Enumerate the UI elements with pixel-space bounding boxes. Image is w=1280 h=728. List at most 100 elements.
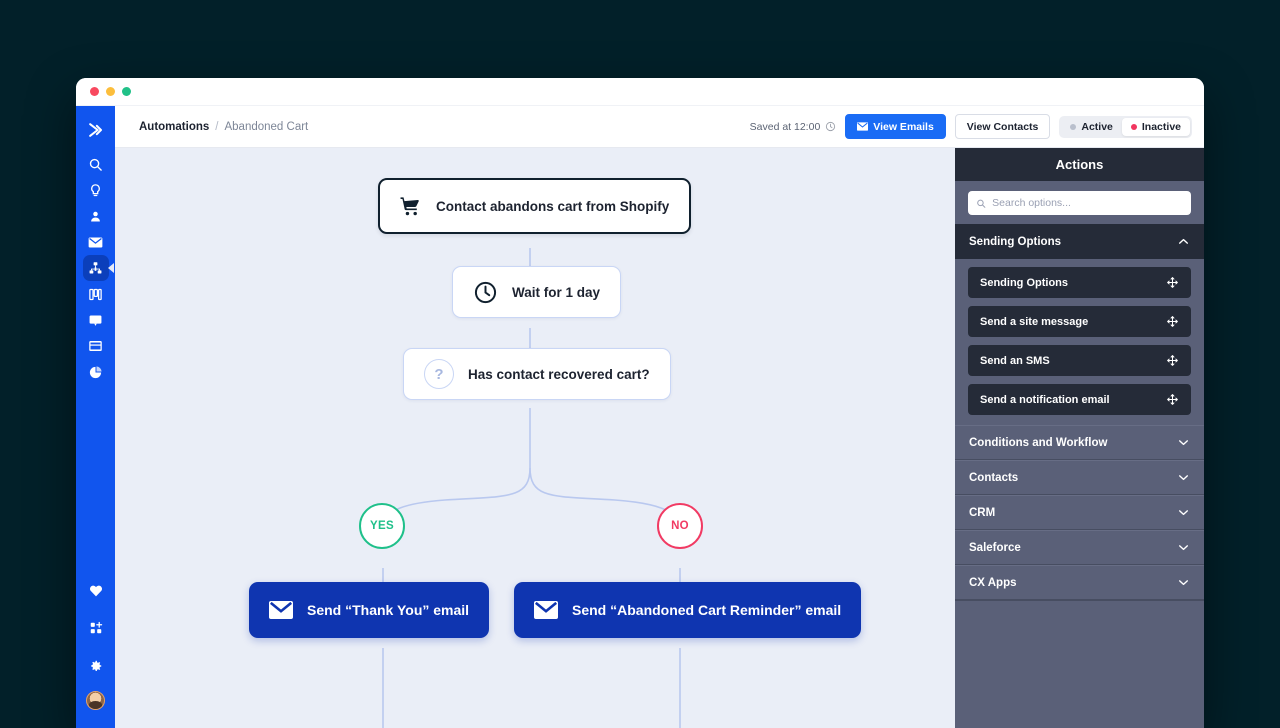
actions-group-contacts[interactable]: Contacts: [955, 460, 1204, 495]
flow-branch-no[interactable]: NO: [657, 503, 703, 549]
status-toggle-active[interactable]: Active: [1061, 118, 1122, 136]
status-dot-active: [1070, 124, 1076, 130]
sidebar-bottom-group: [76, 577, 115, 710]
breadcrumb-separator: /: [215, 121, 218, 133]
actions-group-label: Contacts: [969, 472, 1018, 484]
flow-connectors: [115, 148, 955, 728]
flow-node-trigger-label: Contact abandons cart from Shopify: [436, 199, 669, 214]
window-titlebar: [76, 78, 1204, 106]
actions-group-label: Conditions and Workflow: [969, 437, 1107, 449]
status-toggle: Active Inactive: [1059, 116, 1192, 138]
clock-icon: [825, 121, 836, 132]
flow-node-wait-label: Wait for 1 day: [512, 285, 600, 300]
status-toggle-inactive[interactable]: Inactive: [1122, 118, 1190, 136]
flow-node-trigger[interactable]: Contact abandons cart from Shopify: [378, 178, 691, 234]
actions-search-wrap: [955, 181, 1204, 224]
sidebar-item-automations[interactable]: [83, 255, 109, 281]
breadcrumb: Automations / Abandoned Cart: [139, 121, 308, 133]
actions-group-saleforce[interactable]: Saleforce: [955, 530, 1204, 565]
sidebar-item-conversations[interactable]: [83, 307, 109, 333]
close-window-button[interactable]: [90, 87, 99, 96]
chevron-down-icon: [1177, 506, 1190, 519]
envelope-icon: [534, 601, 558, 619]
actions-panel: Actions Sending Options: [955, 148, 1204, 728]
breadcrumb-root[interactable]: Automations: [139, 121, 209, 133]
actions-group-sending-options-label: Sending Options: [969, 236, 1061, 248]
sidebar-item-settings[interactable]: [83, 653, 109, 679]
content-row: Contact abandons cart from Shopify Wait …: [115, 148, 1204, 728]
envelope-icon: [857, 122, 868, 131]
status-inactive-label: Inactive: [1142, 121, 1181, 133]
view-emails-button[interactable]: View Emails: [845, 114, 946, 139]
topbar-actions: Saved at 12:00 View Emails View C: [750, 114, 1192, 139]
actions-group-crm[interactable]: CRM: [955, 495, 1204, 530]
sidebar-item-reports[interactable]: [83, 359, 109, 385]
sidebar-item-campaigns[interactable]: [83, 229, 109, 255]
drag-move-icon: [1166, 354, 1179, 367]
flow-node-email-yes-label: Send “Thank You” email: [307, 602, 469, 618]
actions-group-sending-options-body: Sending Options Send a site message: [955, 259, 1204, 425]
chevron-up-icon: [1177, 235, 1190, 248]
drag-move-icon: [1166, 276, 1179, 289]
view-contacts-button[interactable]: View Contacts: [955, 114, 1051, 139]
actions-group-conditions-and-workflow[interactable]: Conditions and Workflow: [955, 425, 1204, 460]
chevron-down-icon: [1177, 576, 1190, 589]
sidebar-item-contacts[interactable]: [83, 203, 109, 229]
status-dot-inactive: [1131, 124, 1137, 130]
sidebar-item-apps[interactable]: [83, 615, 109, 641]
actions-search-box[interactable]: [968, 191, 1191, 215]
avatar[interactable]: [86, 691, 105, 710]
automation-canvas[interactable]: Contact abandons cart from Shopify Wait …: [115, 148, 955, 728]
shopping-cart-icon: [400, 196, 422, 216]
action-item-send-sms[interactable]: Send an SMS: [968, 345, 1191, 376]
actions-group-label: CRM: [969, 507, 995, 519]
flow-node-email-no[interactable]: Send “Abandoned Cart Reminder” email: [514, 582, 861, 638]
saved-status-text: Saved at 12:00: [750, 121, 821, 133]
chevron-down-icon: [1177, 436, 1190, 449]
maximize-window-button[interactable]: [122, 87, 131, 96]
active-item-indicator: [108, 263, 114, 273]
action-item-label: Sending Options: [980, 277, 1068, 289]
drag-move-icon: [1166, 393, 1179, 406]
flow-branch-no-label: NO: [671, 520, 689, 532]
status-active-label: Active: [1081, 121, 1113, 133]
chevron-down-icon: [1177, 471, 1190, 484]
actions-group-cx-apps[interactable]: CX Apps: [955, 565, 1204, 600]
activecampaign-chevrons-logo-icon[interactable]: [83, 117, 109, 143]
sidebar-item-website[interactable]: [83, 333, 109, 359]
breadcrumb-leaf: Abandoned Cart: [224, 121, 308, 133]
saved-status: Saved at 12:00: [750, 121, 837, 133]
sidebar-item-ideas[interactable]: [83, 177, 109, 203]
sidebar-item-favorites[interactable]: [83, 577, 109, 603]
action-item-send-site-message[interactable]: Send a site message: [968, 306, 1191, 337]
flow-node-email-yes[interactable]: Send “Thank You” email: [249, 582, 489, 638]
actions-group-label: Saleforce: [969, 542, 1021, 554]
flow-node-wait[interactable]: Wait for 1 day: [452, 266, 621, 318]
left-sidebar: [76, 106, 115, 728]
view-emails-label: View Emails: [873, 121, 934, 133]
flow-node-condition[interactable]: ? Has contact recovered cart?: [403, 348, 671, 400]
actions-panel-filler: [955, 600, 1204, 728]
search-options-input[interactable]: [992, 197, 1183, 209]
action-item-sending-options[interactable]: Sending Options: [968, 267, 1191, 298]
action-item-label: Send a notification email: [980, 394, 1110, 406]
actions-group-label: CX Apps: [969, 577, 1017, 589]
action-item-label: Send an SMS: [980, 355, 1050, 367]
actions-group-sending-options[interactable]: Sending Options: [955, 224, 1204, 259]
sidebar-item-search[interactable]: [83, 151, 109, 177]
question-mark-icon: ?: [424, 359, 454, 389]
minimize-window-button[interactable]: [106, 87, 115, 96]
flow-branch-yes[interactable]: YES: [359, 503, 405, 549]
flow-node-email-no-label: Send “Abandoned Cart Reminder” email: [572, 602, 841, 618]
drag-move-icon: [1166, 315, 1179, 328]
action-item-label: Send a site message: [980, 316, 1088, 328]
view-contacts-label: View Contacts: [967, 121, 1039, 133]
flow-branch-yes-label: YES: [370, 520, 394, 532]
browser-window: Automations / Abandoned Cart Saved at 12…: [76, 78, 1204, 728]
action-item-send-notification-email[interactable]: Send a notification email: [968, 384, 1191, 415]
page-topbar: Automations / Abandoned Cart Saved at 12…: [115, 106, 1204, 148]
flow-node-condition-label: Has contact recovered cart?: [468, 367, 650, 382]
envelope-icon: [269, 601, 293, 619]
sidebar-item-deals[interactable]: [83, 281, 109, 307]
clock-icon: [473, 280, 498, 305]
